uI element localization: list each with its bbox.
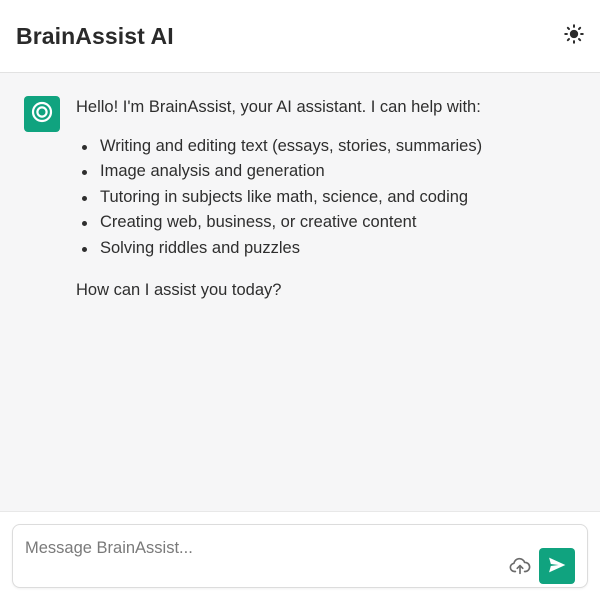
- message-intro: Hello! I'm BrainAssist, your AI assistan…: [76, 98, 481, 116]
- list-item: Creating web, business, or creative cont…: [82, 210, 482, 236]
- assistant-message: Hello! I'm BrainAssist, your AI assistan…: [24, 95, 576, 304]
- message-content: Hello! I'm BrainAssist, your AI assistan…: [76, 95, 482, 304]
- message-input[interactable]: [25, 537, 507, 559]
- app-title: BrainAssist AI: [16, 22, 174, 49]
- app-header: BrainAssist AI: [0, 0, 600, 73]
- send-icon: [547, 555, 567, 578]
- sun-icon: [564, 23, 584, 49]
- list-item: Image analysis and generation: [82, 159, 482, 185]
- chat-area: Hello! I'm BrainAssist, your AI assistan…: [0, 73, 600, 511]
- capabilities-list: Writing and editing text (essays, storie…: [82, 134, 482, 262]
- assistant-avatar: [24, 96, 60, 132]
- cloud-upload-icon: [509, 555, 531, 582]
- message-outro: How can I assist you today?: [76, 281, 282, 299]
- message-composer: [12, 524, 588, 588]
- upload-button[interactable]: [507, 555, 533, 581]
- assistant-logo-icon: [31, 101, 53, 128]
- list-item: Tutoring in subjects like math, science,…: [82, 185, 482, 211]
- send-button[interactable]: [539, 548, 575, 584]
- chat-app: BrainAssist AI Hello! I'm BrainAssist, y…: [0, 0, 600, 600]
- list-item: Solving riddles and puzzles: [82, 236, 482, 262]
- composer-area: [0, 511, 600, 600]
- list-item: Writing and editing text (essays, storie…: [82, 134, 482, 160]
- theme-toggle-button[interactable]: [560, 22, 588, 50]
